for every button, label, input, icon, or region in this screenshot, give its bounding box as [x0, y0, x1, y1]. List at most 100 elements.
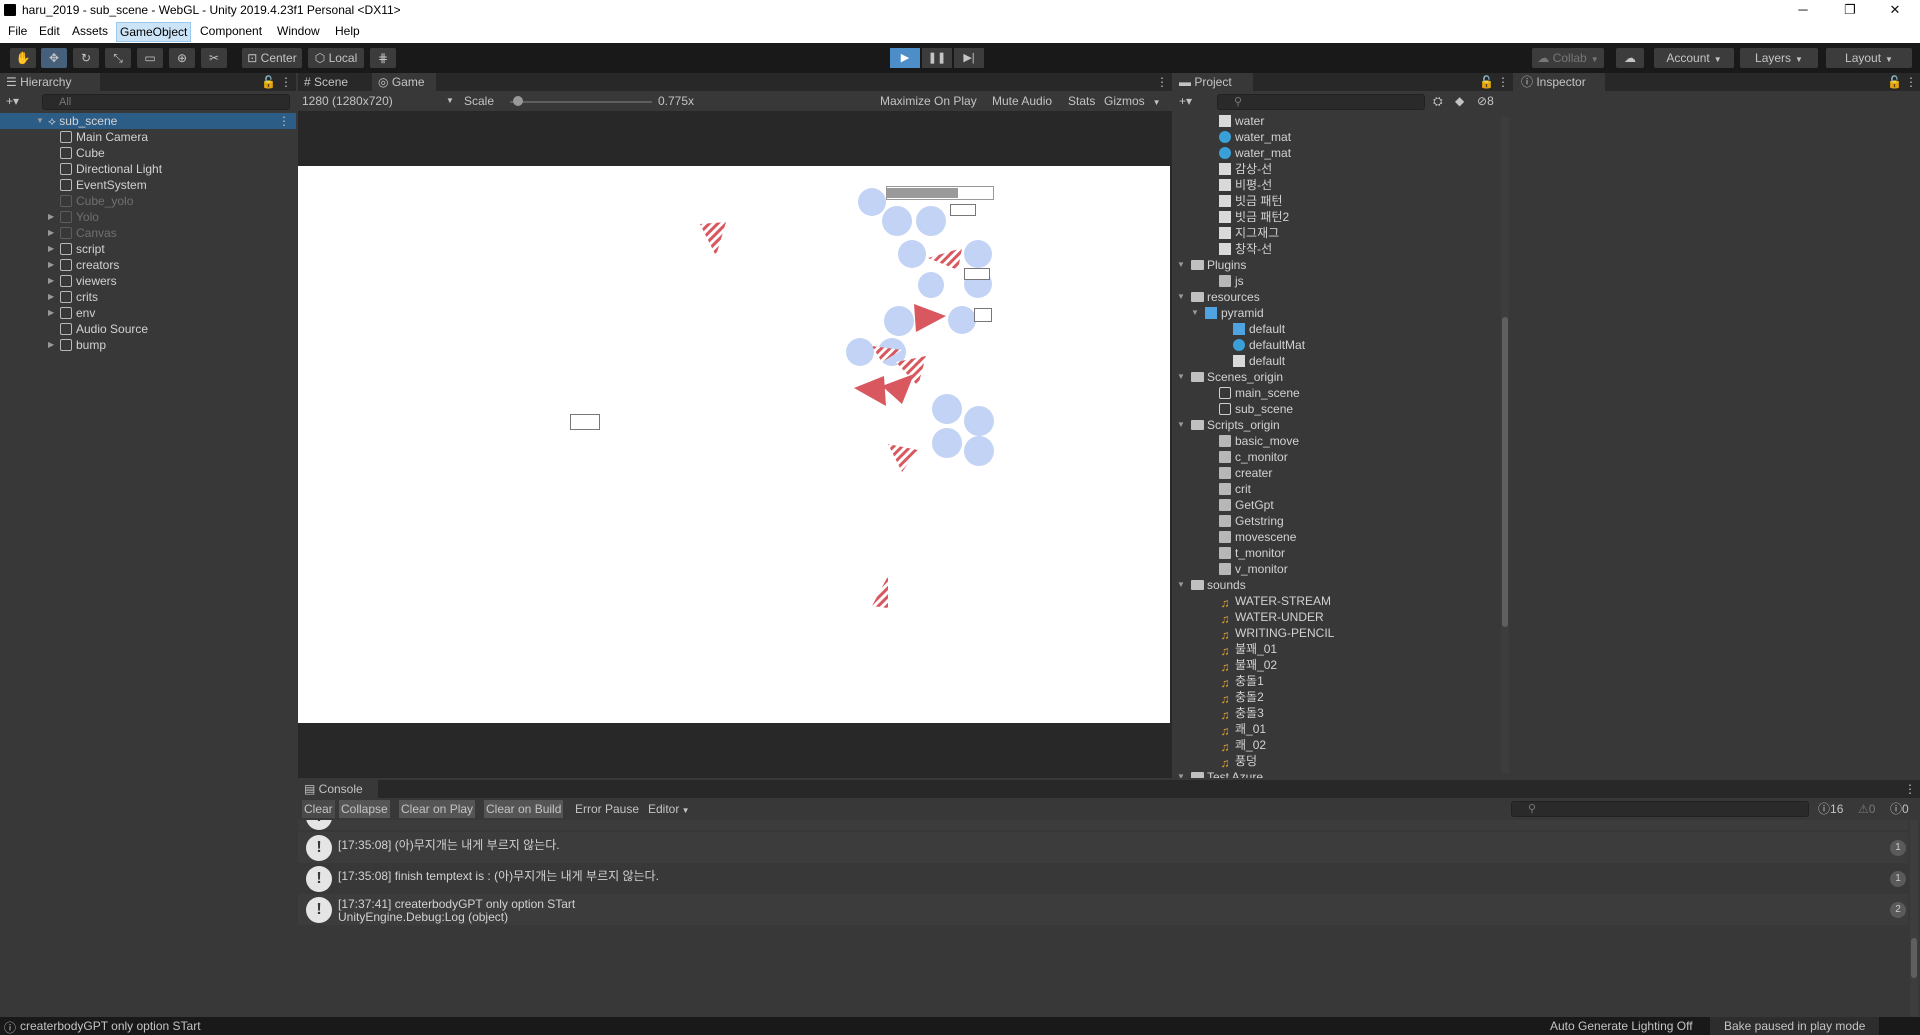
project-item[interactable]: default — [1173, 353, 1499, 369]
lock-icon[interactable]: 🔓 — [1887, 73, 1902, 91]
menu-component[interactable]: Component — [197, 24, 265, 38]
expand-arrow-icon[interactable]: ▼ — [1177, 257, 1187, 273]
project-item[interactable]: default — [1173, 321, 1499, 337]
gizmos-dropdown[interactable]: Gizmos ▼ — [1104, 92, 1161, 112]
minimize-button[interactable]: ─ — [1788, 2, 1818, 17]
panel-menu-icon[interactable]: ⋮ — [1156, 73, 1168, 91]
search-by-label-icon[interactable]: ◆ — [1455, 92, 1464, 110]
project-item[interactable]: 비평-선 — [1173, 177, 1499, 193]
hierarchy-item[interactable]: ▶ viewers — [0, 273, 296, 289]
menu-window[interactable]: Window — [274, 24, 323, 38]
project-item[interactable]: ♫ WATER-UNDER — [1173, 609, 1499, 625]
project-item[interactable]: ♫ 불꽤_02 — [1173, 657, 1499, 673]
lock-icon[interactable]: 🔓 — [1479, 73, 1494, 91]
cloud-services-icon[interactable]: ☁ — [1616, 48, 1644, 68]
pivot-center-button[interactable]: ⊡ Center — [242, 48, 302, 68]
game-viewport[interactable] — [298, 166, 1170, 723]
project-item[interactable]: t_monitor — [1173, 545, 1499, 561]
expand-arrow-icon[interactable]: ▼ — [1177, 369, 1187, 385]
rotate-tool-icon[interactable]: ↻ — [73, 48, 99, 68]
mute-audio-toggle[interactable]: Mute Audio — [992, 92, 1052, 110]
project-item[interactable]: 빗금 패턴 — [1173, 193, 1499, 209]
hierarchy-item[interactable]: ▶ creators — [0, 257, 296, 273]
tab-hierarchy[interactable]: ☰ Hierarchy — [0, 73, 100, 91]
layers-dropdown[interactable]: Layers ▼ — [1740, 48, 1818, 68]
rect-tool-icon[interactable]: ▭ — [137, 48, 163, 68]
pause-button[interactable]: ❚❚ — [922, 48, 952, 68]
project-item[interactable]: 빗금 패턴2 — [1173, 209, 1499, 225]
project-item[interactable]: ▼ Plugins — [1173, 257, 1499, 273]
project-item[interactable]: sub_scene — [1173, 401, 1499, 417]
expand-arrow-icon[interactable]: ▼ — [1177, 769, 1187, 778]
account-dropdown[interactable]: Account ▼ — [1654, 48, 1734, 68]
error-pause-toggle[interactable]: Error Pause — [573, 800, 641, 818]
expand-arrow-icon[interactable]: ▼ — [1177, 289, 1187, 305]
project-item[interactable]: water — [1173, 113, 1499, 129]
tab-console[interactable]: ▤ Console — [298, 780, 378, 798]
play-button[interactable]: ▶ — [890, 48, 920, 68]
hierarchy-item[interactable]: ▶ script — [0, 241, 296, 257]
expand-arrow-icon[interactable]: ▼ — [1177, 577, 1187, 593]
log-count-toggle[interactable]: ⓘ16 — [1818, 800, 1843, 818]
project-item[interactable]: ▼ Scripts_origin — [1173, 417, 1499, 433]
console-log-row[interactable]: ! [17:35:08] finish temptext is : (아)무지개는… — [298, 863, 1908, 894]
hierarchy-item[interactable]: ▶ bump — [0, 337, 296, 353]
clear-on-build-toggle[interactable]: Clear on Build — [484, 800, 564, 818]
project-item[interactable]: water_mat — [1173, 129, 1499, 145]
create-add-button[interactable]: +▾ — [1179, 92, 1192, 110]
expand-arrow-icon[interactable]: ▶ — [48, 225, 58, 241]
hierarchy-item[interactable]: Audio Source — [0, 321, 296, 337]
project-item[interactable]: ♫ 충돌2 — [1173, 689, 1499, 705]
status-message[interactable]: createrbodyGPT only option STart — [20, 1019, 201, 1033]
project-item[interactable]: ▼ Scenes_origin — [1173, 369, 1499, 385]
menu-gameobject[interactable]: GameObject — [116, 22, 192, 42]
console-log-row[interactable]: ! [17:37:41] createrbodyGPT only option S… — [298, 894, 1908, 925]
hierarchy-search-input[interactable]: All — [42, 94, 290, 110]
maximize-on-play-toggle[interactable]: Maximize On Play — [880, 92, 977, 110]
project-item[interactable]: basic_move — [1173, 433, 1499, 449]
custom-tool-icon[interactable]: ✂ — [201, 48, 227, 68]
console-scroll-thumb[interactable] — [1911, 938, 1917, 978]
project-item[interactable]: 지그재그 — [1173, 225, 1499, 241]
project-item[interactable]: GetGpt — [1173, 497, 1499, 513]
scene-row[interactable]: ▼ ⟡ sub_scene ⋮ — [0, 113, 296, 129]
create-add-button[interactable]: +▾ — [6, 92, 19, 110]
console-search-input[interactable]: ⚲ — [1511, 801, 1809, 817]
tab-game[interactable]: ◎ Game — [372, 73, 436, 91]
lock-icon[interactable]: 🔓 — [261, 73, 276, 91]
restore-button[interactable]: ❐ — [1835, 2, 1865, 18]
project-item[interactable]: c_monitor — [1173, 449, 1499, 465]
menu-file[interactable]: File — [5, 24, 30, 38]
project-item[interactable]: ♫ WATER-STREAM — [1173, 593, 1499, 609]
project-scroll-thumb[interactable] — [1502, 317, 1508, 627]
hierarchy-item[interactable]: Main Camera — [0, 129, 296, 145]
console-log-row[interactable]: ! [17:35:08] (아)무지개는 내게 부르지 않는다. 1 — [298, 832, 1908, 863]
expand-arrow-icon[interactable]: ▶ — [48, 209, 58, 225]
hierarchy-item[interactable]: ▶ env — [0, 305, 296, 321]
search-by-type-icon[interactable]: ⛭ — [1433, 92, 1443, 110]
hierarchy-item[interactable]: ▶ Yolo — [0, 209, 296, 225]
scale-slider-handle[interactable] — [513, 96, 523, 106]
project-item[interactable]: ♫ WRITING-PENCIL — [1173, 625, 1499, 641]
hand-tool-icon[interactable]: ✋ — [10, 48, 36, 68]
console-scrollbar[interactable] — [1910, 820, 1918, 1017]
project-item[interactable]: v_monitor — [1173, 561, 1499, 577]
close-button[interactable]: ✕ — [1880, 2, 1910, 18]
hierarchy-item[interactable]: ▶ crits — [0, 289, 296, 305]
editor-dropdown[interactable]: Editor ▼ — [648, 800, 690, 820]
warning-count-toggle[interactable]: ⚠0 — [1858, 800, 1875, 818]
panel-menu-icon[interactable]: ⋮ — [1497, 73, 1509, 91]
expand-arrow-icon[interactable]: ▶ — [48, 241, 58, 257]
project-item[interactable]: main_scene — [1173, 385, 1499, 401]
move-tool-icon[interactable]: ✥ — [41, 48, 67, 68]
hierarchy-item[interactable]: EventSystem — [0, 177, 296, 193]
menu-assets[interactable]: Assets — [69, 24, 111, 38]
menu-edit[interactable]: Edit — [36, 24, 63, 38]
project-item[interactable]: ▼ Test Azure — [1173, 769, 1499, 778]
expand-arrow-icon[interactable]: ▶ — [48, 337, 58, 353]
menu-help[interactable]: Help — [332, 24, 363, 38]
tab-scene[interactable]: # Scene — [298, 73, 372, 91]
scene-menu-icon[interactable]: ⋮ — [278, 112, 290, 130]
clear-button[interactable]: Clear — [302, 800, 335, 818]
project-item[interactable]: movescene — [1173, 529, 1499, 545]
